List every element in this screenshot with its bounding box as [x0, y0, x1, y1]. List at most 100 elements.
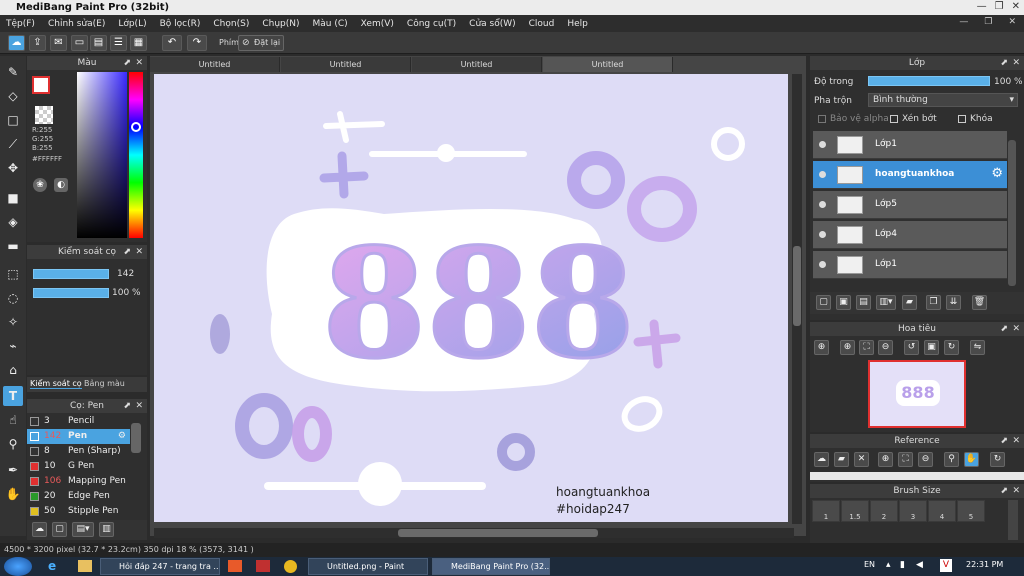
network-icon[interactable]: ▮ — [900, 560, 905, 570]
rectangle-tool-icon[interactable]: □ — [3, 110, 23, 130]
app-icon[interactable] — [256, 560, 270, 572]
hand-tool-icon[interactable]: ✋ — [3, 484, 23, 504]
hue-handle[interactable] — [131, 122, 141, 132]
explorer-icon[interactable] — [78, 560, 92, 572]
taskbar-item-medibang[interactable]: MediBang Paint Pro (32... — [432, 558, 550, 575]
tab-untitled-2[interactable]: Untitled — [281, 57, 411, 72]
ie-icon[interactable]: e — [48, 559, 64, 574]
layer-item[interactable]: Lớp1 — [813, 251, 1007, 279]
navigator-thumbnail[interactable]: 888 — [868, 360, 966, 428]
bucket-tool-icon[interactable]: ◈ — [3, 212, 23, 232]
move-tool-icon[interactable]: ✥ — [3, 158, 23, 178]
zoom-in-alt-icon[interactable]: ⊕ — [840, 340, 855, 355]
text-tool-icon[interactable]: T — [3, 386, 23, 406]
doc-minimize-button[interactable]: — — [959, 17, 968, 27]
brush-tool-icon[interactable]: ✎ — [3, 62, 23, 82]
fill-rect-tool-icon[interactable]: ■ — [3, 188, 23, 208]
visibility-icon[interactable] — [819, 171, 826, 178]
operation-tool-icon[interactable]: ☝ — [3, 410, 23, 430]
eyedropper-tool-icon[interactable]: ⚲ — [3, 434, 23, 454]
minimize-button[interactable]: — — [977, 1, 987, 12]
doc-restore-button[interactable]: ❐ — [984, 17, 992, 27]
canvas-vertical-scrollbar[interactable] — [792, 74, 802, 524]
drawing-canvas[interactable]: 888 hoangtuankhoa #hoidap247 — [154, 74, 788, 522]
zoom-out-icon[interactable]: ⊖ — [918, 452, 933, 467]
page-icon[interactable]: ▭ — [71, 35, 88, 51]
horizontal-scroll-thumb[interactable] — [398, 529, 598, 537]
palette-icon[interactable]: ❀ — [33, 178, 47, 192]
fit-icon[interactable]: ⛶ — [859, 340, 874, 355]
menu-layer[interactable]: Lớp(L) — [118, 19, 146, 29]
protect-alpha-checkbox[interactable] — [818, 115, 826, 123]
brush-item-pen[interactable]: 142 Pen ⚙ — [27, 429, 130, 444]
new-8bit-layer-icon[interactable]: ▤ — [856, 295, 871, 310]
open-folder-icon[interactable]: ▰ — [834, 452, 849, 467]
eraser-tool-icon[interactable]: ◇ — [3, 86, 23, 106]
chrome-icon[interactable] — [284, 560, 297, 573]
cloud-icon[interactable]: ☁ — [8, 35, 25, 51]
layer-item[interactable]: Lớp4 — [813, 221, 1007, 249]
brush-item-pencil[interactable]: 3 Pencil — [27, 414, 130, 429]
visibility-icon[interactable] — [819, 231, 826, 238]
close-button[interactable]: ✕ — [1012, 1, 1020, 12]
cloud-icon[interactable]: ☁ — [814, 452, 829, 467]
visibility-icon[interactable] — [819, 141, 826, 148]
lock-checkbox[interactable] — [958, 115, 966, 123]
vertical-scroll-thumb[interactable] — [793, 246, 801, 326]
taskbar-item-browser[interactable]: Hỏi đáp 247 - trang tra ... — [100, 558, 220, 575]
pin-icon[interactable]: ⬈ — [123, 56, 131, 70]
media-icon[interactable] — [228, 560, 242, 572]
gear-icon[interactable]: ⚙ — [118, 429, 126, 444]
menu-view[interactable]: Xem(V) — [361, 19, 394, 29]
brush-size-cell[interactable]: 1 — [812, 500, 840, 522]
hue-slider[interactable] — [129, 72, 143, 238]
start-button[interactable] — [4, 557, 32, 576]
fit-icon[interactable]: ⛶ — [898, 452, 913, 467]
menu-snap[interactable]: Chụp(N) — [262, 19, 299, 29]
tab-untitled-3[interactable]: Untitled — [412, 57, 542, 72]
brush-size-cell[interactable]: 5 — [957, 500, 985, 522]
menu-color[interactable]: Màu (C) — [313, 19, 348, 29]
brush-settings-icon[interactable]: ▥ — [99, 522, 114, 537]
transparent-color-swatch[interactable] — [35, 106, 53, 124]
pin-icon[interactable]: ⬈ — [123, 245, 131, 259]
add-layer-menu-icon[interactable]: ▥▾ — [876, 295, 896, 310]
add-brush-icon[interactable]: ▤▾ — [72, 522, 94, 537]
doc-close-button[interactable]: ✕ — [1008, 17, 1016, 27]
color-history-icon[interactable]: ◐ — [54, 178, 68, 192]
new-brush-icon[interactable]: ▢ — [52, 522, 67, 537]
close-icon[interactable]: ✕ — [135, 245, 143, 259]
brush-item-g-pen[interactable]: 10 G Pen — [27, 459, 130, 474]
tray-arrow-icon[interactable]: ▴ — [886, 560, 891, 570]
pin-icon[interactable]: ⬈ — [1000, 322, 1008, 336]
close-icon[interactable]: ✕ — [135, 56, 143, 70]
tab-palette[interactable]: Bảng màu — [84, 379, 125, 388]
reset-button[interactable]: ⊘ Đặt lại — [238, 35, 284, 51]
pin-icon[interactable]: ⬈ — [1000, 434, 1008, 448]
brush-opacity-slider[interactable] — [33, 288, 109, 298]
close-icon[interactable]: ✕ — [1012, 484, 1020, 498]
layer-item[interactable]: Lớp1 — [813, 131, 1007, 159]
magic-wand-tool-icon[interactable]: ✧ — [3, 312, 23, 332]
zoom-in-icon[interactable]: ⊕ — [878, 452, 893, 467]
grid-icon[interactable]: ▦ — [130, 35, 147, 51]
pin-icon[interactable]: ⬈ — [1000, 484, 1008, 498]
visibility-icon[interactable] — [819, 261, 826, 268]
share-icon[interactable]: ⇪ — [29, 35, 46, 51]
brush-size-cell[interactable]: 4 — [928, 500, 956, 522]
lasso-tool-icon[interactable]: ◌ — [3, 288, 23, 308]
undo-icon[interactable]: ↶ — [162, 35, 182, 51]
pen-tool-icon[interactable]: ✒ — [3, 460, 23, 480]
line-tool-icon[interactable]: ⟋ — [3, 134, 23, 154]
close-icon[interactable]: ✕ — [135, 399, 143, 413]
rotate-right-icon[interactable]: ↻ — [944, 340, 959, 355]
tab-brush-control[interactable]: Kiểm soát cọ — [30, 379, 82, 389]
close-icon[interactable]: ✕ — [854, 452, 869, 467]
brush-size-slider[interactable] — [33, 269, 109, 279]
brush-item-pen-sharp[interactable]: 8 Pen (Sharp) — [27, 444, 130, 459]
menu-help[interactable]: Help — [567, 19, 588, 29]
brush-item-stipple-pen[interactable]: 50 Stipple Pen — [27, 504, 130, 519]
tab-untitled-4[interactable]: Untitled — [543, 57, 673, 72]
taskbar-item-paint[interactable]: Untitled.png - Paint — [308, 558, 428, 575]
saturation-value-picker[interactable] — [77, 72, 127, 238]
